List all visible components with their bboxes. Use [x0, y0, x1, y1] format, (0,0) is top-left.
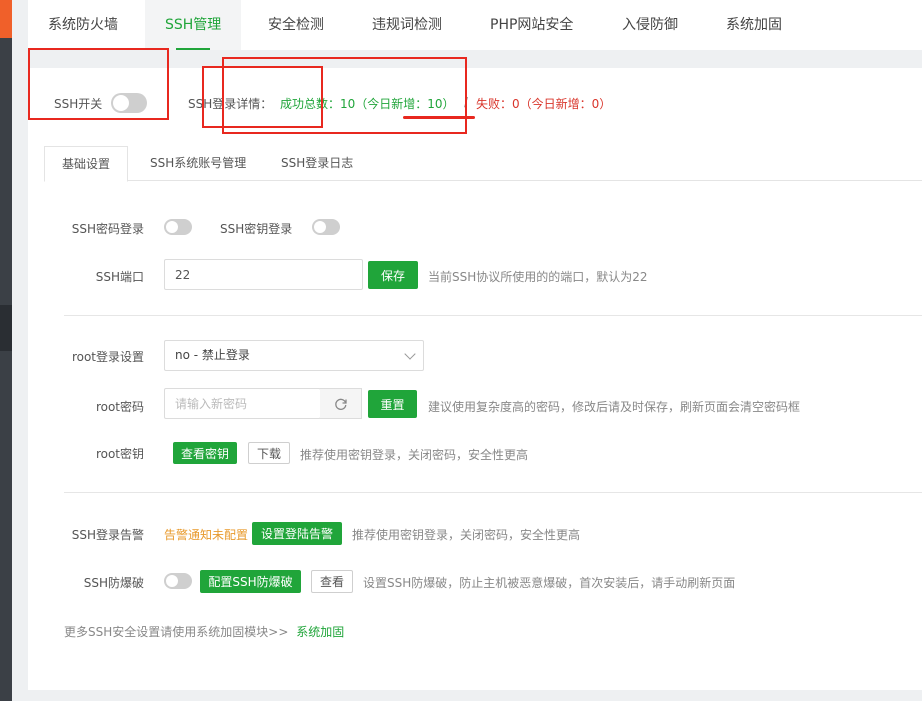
tab-prohibited-words[interactable]: 违规词检测: [372, 0, 442, 50]
tab-security-check[interactable]: 安全检测: [268, 0, 324, 50]
chevron-down-icon: [404, 348, 416, 360]
ssh-success-count: 成功总数：10（今日新增：10）: [280, 97, 455, 111]
view-bruteforce-button[interactable]: 查看: [311, 570, 353, 593]
footer-text: 更多SSH安全设置请使用系统加固模块>>: [64, 625, 289, 639]
top-tab-bar: 系统防火墙 SSH管理 安全检测 违规词检测 PHP网站安全 入侵防御 系统加固: [28, 0, 922, 50]
root-password-input[interactable]: [164, 388, 321, 419]
ssh-switch-label: SSH开关: [54, 97, 103, 111]
root-login-select-value: no - 禁止登录: [175, 348, 250, 362]
root-login-setting-label: root登录设置: [71, 350, 144, 364]
port-input[interactable]: [164, 259, 363, 290]
port-label: SSH端口: [95, 270, 144, 284]
save-port-button[interactable]: 保存: [368, 261, 418, 289]
bruteforce-hint: 设置SSH防爆破，防止主机被恶意爆破，首次安装后，请手动刷新页面: [363, 576, 736, 590]
root-password-hint: 建议使用复杂度高的密码，修改后请及时保存，刷新页面会清空密码框: [428, 400, 801, 414]
side-strip: [0, 0, 12, 701]
view-key-button[interactable]: 查看密钥: [173, 442, 237, 464]
tab-system-hardening[interactable]: 系统加固: [726, 0, 782, 50]
reset-password-button[interactable]: 重置: [368, 390, 417, 418]
tab-ssh-management[interactable]: SSH管理: [145, 0, 242, 50]
port-hint: 当前SSH协议所使用的的端口，默认为22: [428, 270, 648, 284]
key-login-switch[interactable]: [312, 219, 340, 235]
key-login-label: SSH密钥登录: [220, 222, 293, 236]
subtab-basic-settings[interactable]: 基础设置: [44, 146, 129, 182]
subtab-account-management[interactable]: SSH系统账号管理: [150, 146, 246, 181]
tab-intrusion-prevention[interactable]: 入侵防御: [622, 0, 678, 50]
status-separator: /: [464, 95, 469, 109]
section-divider: [64, 492, 922, 493]
root-key-hint: 推荐使用密钥登录，关闭密码，安全性更高: [300, 448, 529, 462]
bruteforce-switch[interactable]: [164, 573, 192, 589]
ssh-panel: SSH开关 SSH登录详情： 成功总数：10（今日新增：10） / 失败：0（今…: [28, 68, 922, 690]
download-key-button[interactable]: 下载: [248, 442, 290, 464]
config-bruteforce-button[interactable]: 配置SSH防爆破: [200, 570, 301, 593]
section-divider: [64, 315, 922, 316]
ssh-login-detail-label: SSH登录详情：: [188, 97, 273, 111]
root-key-label: root密钥: [95, 447, 144, 461]
alert-status: 告警通知未配置: [164, 528, 249, 542]
subtab-login-log[interactable]: SSH登录日志: [281, 146, 353, 181]
ssh-switch[interactable]: [111, 93, 147, 113]
sub-tab-bar: 基础设置 SSH系统账号管理 SSH登录日志: [44, 146, 922, 182]
generate-password-button[interactable]: [320, 388, 362, 419]
system-hardening-link[interactable]: 系统加固: [296, 625, 344, 639]
refresh-icon: [335, 398, 347, 410]
tab-php-security[interactable]: PHP网站安全: [490, 0, 573, 50]
root-password-label: root密码: [95, 400, 144, 414]
login-alert-label: SSH登录告警: [71, 528, 144, 542]
set-login-alert-button[interactable]: 设置登陆告警: [252, 522, 342, 545]
footer-note: 更多SSH安全设置请使用系统加固模块>> 系统加固: [64, 623, 344, 640]
password-login-switch[interactable]: [164, 219, 192, 235]
side-strip-highlight: [0, 305, 12, 351]
root-login-select[interactable]: no - 禁止登录: [164, 340, 424, 371]
ssh-fail-count: 失败：0（今日新增：0）: [476, 97, 612, 111]
tab-firewall[interactable]: 系统防火墙: [48, 0, 118, 50]
password-login-label: SSH密码登录: [71, 222, 144, 236]
login-alert-hint: 推荐使用密钥登录，关闭密码，安全性更高: [352, 528, 581, 542]
side-strip-accent: [0, 0, 12, 38]
bruteforce-label: SSH防爆破: [83, 576, 144, 590]
